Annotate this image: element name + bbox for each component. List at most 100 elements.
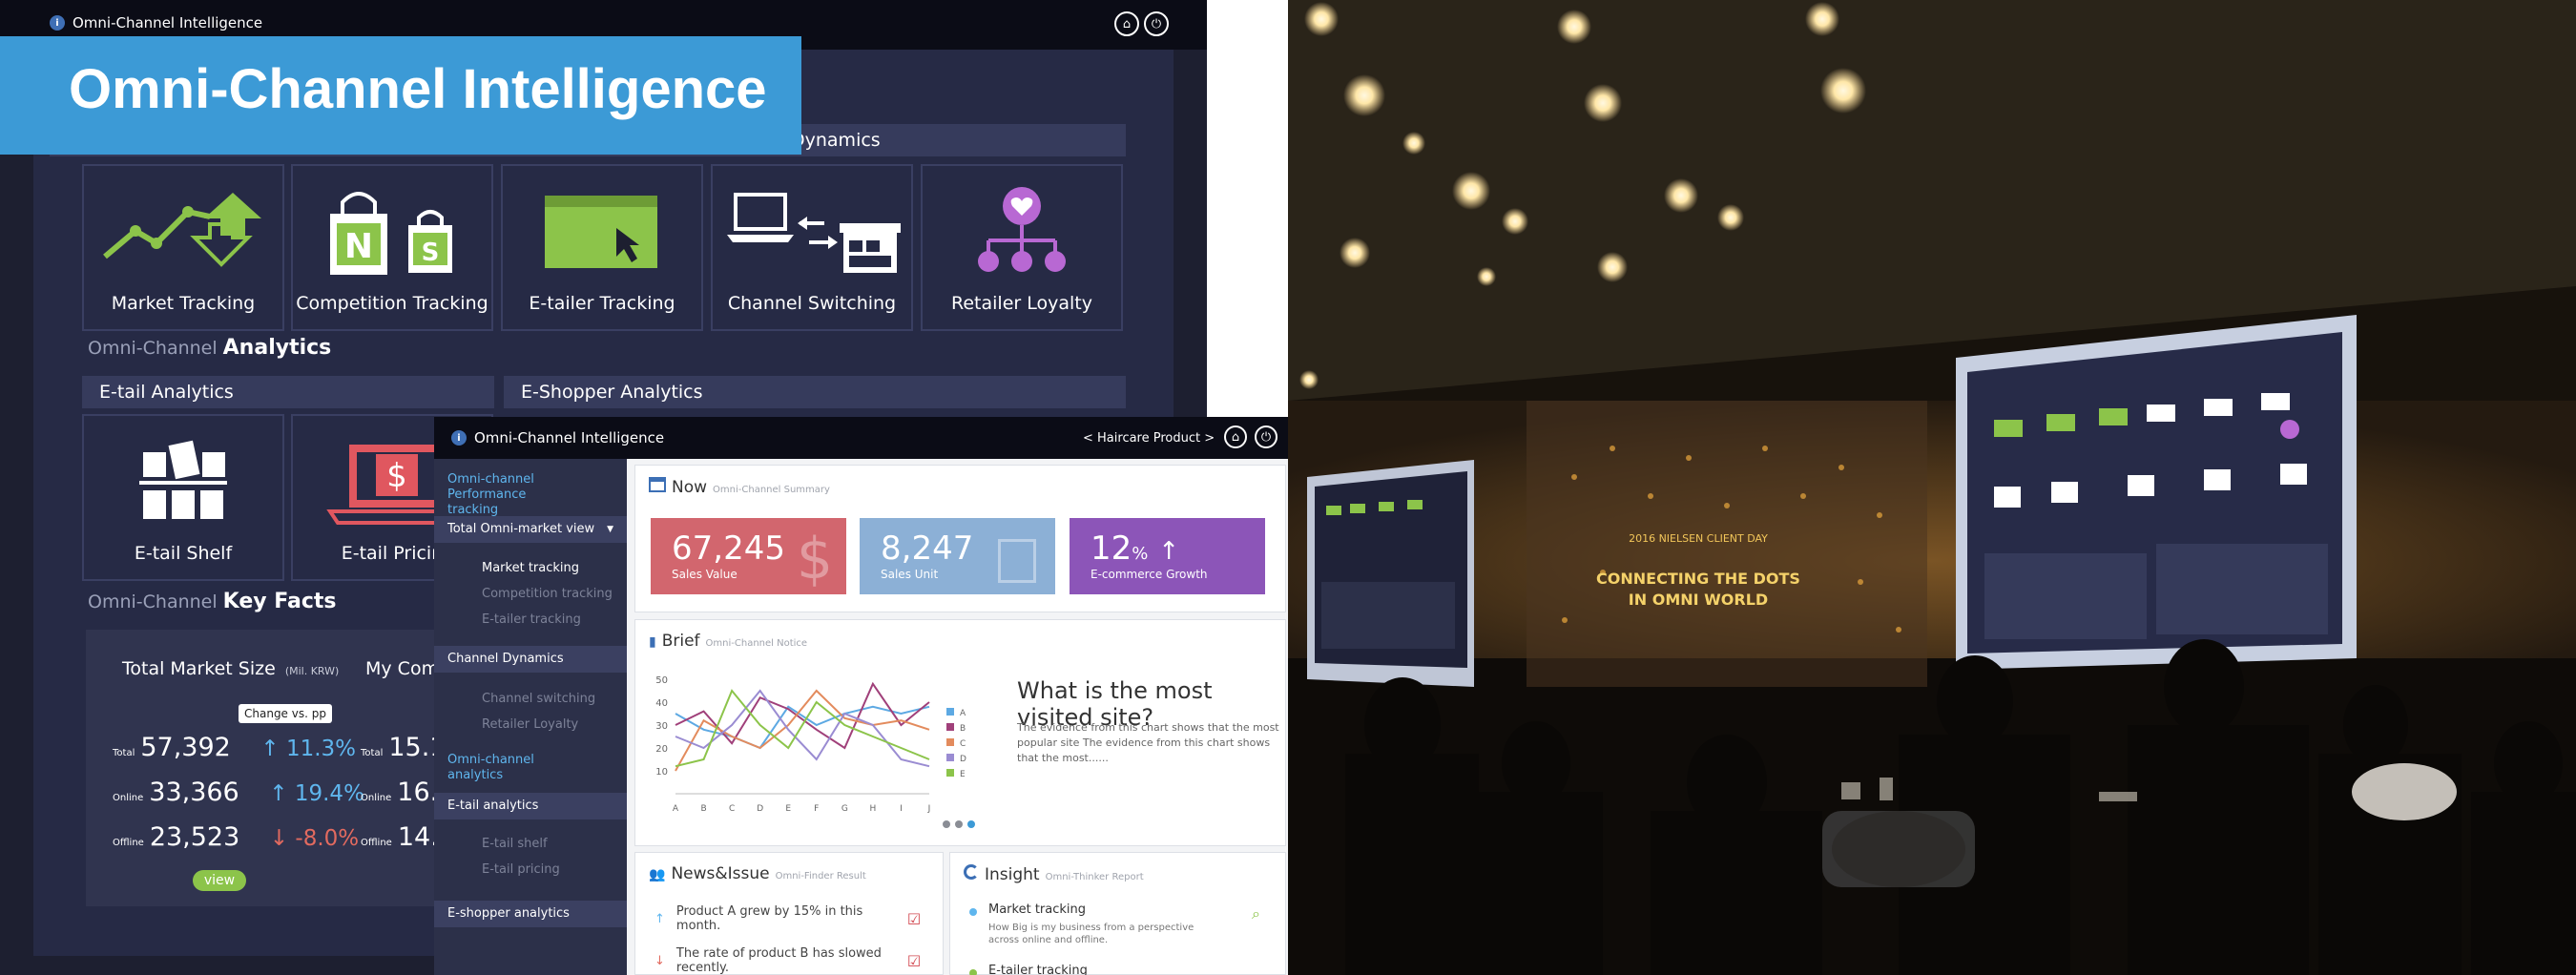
series-line-C <box>675 689 930 772</box>
brand-logo-icon: i <box>50 15 65 31</box>
legend-label: A <box>960 709 966 718</box>
kpi-sales-unit[interactable]: 8,247 Sales Unit <box>860 518 1055 594</box>
front-brand: i Omni-Channel Intelligence <box>451 429 664 446</box>
svg-text:N: N <box>344 227 373 266</box>
search-icon[interactable]: ⌕ <box>1252 904 1260 923</box>
sidebar-sub-etail-shelf[interactable]: E-tail shelf <box>434 837 627 851</box>
news-item[interactable]: ↑ Product A grew by 15% in this month. ☑ <box>654 904 921 933</box>
fact-row-label: Offline <box>113 838 144 848</box>
x-tick-label: G <box>841 804 848 814</box>
checkbox-icon[interactable]: ☑ <box>907 952 921 970</box>
product-selector[interactable]: < Haircare Product > <box>1083 431 1215 446</box>
card-etail-shelf[interactable]: E-tail Shelf <box>82 414 284 581</box>
card-etailer-tracking[interactable]: E-tailer Tracking <box>501 164 703 331</box>
card-label: Market Tracking <box>111 293 256 314</box>
insight-item-title[interactable]: E-tailer tracking <box>988 964 1088 975</box>
etail-analytics-bar: E-tail Analytics <box>82 376 494 408</box>
sidebar-sub-channel-switching[interactable]: Channel switching <box>434 692 627 706</box>
x-tick-label: D <box>757 804 763 814</box>
kpi-ecommerce-growth[interactable]: 12% ↑ E-commerce Growth <box>1070 518 1265 594</box>
fact-row-change-text: 19.4% <box>294 781 364 806</box>
fact-row-change-text: 11.3% <box>285 736 357 761</box>
y-tick-label: 50 <box>655 675 668 686</box>
carousel-dot[interactable] <box>943 820 950 828</box>
sidebar-item-total-omni-market-view[interactable]: Total Omni-market view ▼ <box>434 516 627 543</box>
home-icon[interactable]: ⌂ <box>1224 425 1247 448</box>
insight-item-title[interactable]: Market tracking <box>988 902 1086 917</box>
sidebar-sub-etailer-tracking[interactable]: E-tailer tracking <box>434 612 627 627</box>
sidebar-item-channel-dynamics[interactable]: Channel Dynamics <box>434 646 627 673</box>
card-retailer-loyalty[interactable]: Retailer Loyalty <box>921 164 1123 331</box>
brief-subtitle: Omni-Channel Notice <box>705 638 808 649</box>
bullet-icon <box>969 969 977 975</box>
shopping-bag-icon <box>998 539 1036 583</box>
carousel-dot[interactable] <box>955 820 963 828</box>
x-tick-label: J <box>927 804 931 814</box>
sidebar-item-performance-tracking[interactable]: Omni-channel Performance tracking <box>434 472 568 518</box>
shelf-icon <box>84 433 282 529</box>
legend-label: D <box>960 755 966 764</box>
carousel-dot[interactable] <box>967 820 975 828</box>
fact-row-offline: Offline 23,523 ↓ -8.0% <box>113 822 359 852</box>
legend-label: B <box>960 724 966 734</box>
legend-swatch <box>946 738 954 746</box>
svg-text:$: $ <box>386 457 407 495</box>
power-icon[interactable]: ⏻ <box>1255 425 1278 448</box>
card-competition-tracking[interactable]: N S Competition Tracking <box>291 164 493 331</box>
eshopper-analytics-bar: E-Shopper Analytics <box>504 376 1126 408</box>
dynamics-bar-label: Dynamics <box>791 130 881 151</box>
carousel-dots[interactable] <box>943 820 975 828</box>
title-banner: Omni-Channel Intelligence <box>0 36 801 155</box>
power-icon[interactable]: ⏻ <box>1144 11 1169 36</box>
fact-row-label: Total <box>113 748 135 758</box>
key-facts-title-text: Key Facts <box>222 590 337 613</box>
etail-analytics-label: E-tail Analytics <box>99 382 234 403</box>
sidebar-sub-competition-tracking[interactable]: Competition tracking <box>434 587 627 601</box>
x-tick-label: B <box>700 804 706 814</box>
change-tooltip: Change vs. pp <box>239 704 332 723</box>
y-tick-label: 40 <box>655 698 668 709</box>
key-facts-title-prefix: Omni-Channel <box>88 591 218 612</box>
insight-item-desc: How Big is my business from a perspectiv… <box>988 923 1195 945</box>
sidebar-sub-retailer-loyalty[interactable]: Retailer Loyalty <box>434 717 627 732</box>
sidebar-sub-market-tracking[interactable]: Market tracking <box>434 561 627 575</box>
view-button[interactable]: view <box>193 870 246 891</box>
key-facts-title: Omni-Channel Key Facts <box>88 590 336 613</box>
card-market-tracking[interactable]: Market Tracking <box>82 164 284 331</box>
now-title-text: Now <box>672 478 708 497</box>
legend-label: C <box>960 739 966 749</box>
kpi-sales-value[interactable]: 67,245 Sales Value $ <box>651 518 846 594</box>
x-tick-label: F <box>814 804 819 814</box>
total-market-unit: (Mil. KRW) <box>284 665 340 677</box>
card-label: E-tail Shelf <box>134 543 233 564</box>
card-label: E-tailer Tracking <box>529 293 675 314</box>
kpi-value: 67,245 <box>672 529 785 568</box>
composite-image: i Omni-Channel Intelligence ⌂ ⏻ Dynamics… <box>0 0 2576 975</box>
news-item[interactable]: ↓ The rate of product B has slowed recen… <box>654 946 921 975</box>
sidebar-item-omni-analytics[interactable]: Omni-channel analytics <box>434 753 539 783</box>
total-market-label: Total Market Size (Mil. KRW) <box>122 658 339 679</box>
laptop-store-switch-icon <box>713 183 911 279</box>
home-icon[interactable]: ⌂ <box>1114 11 1139 36</box>
sidebar-item-eshopper-analytics[interactable]: E-shopper analytics <box>434 901 627 927</box>
checkbox-icon[interactable]: ☑ <box>907 910 921 928</box>
fact-row-value: 57,392 <box>140 733 231 762</box>
kpi-value-suffix: % <box>1132 544 1149 564</box>
key-facts-box: Total Market Size (Mil. KRW) My Comp Cha… <box>86 630 487 906</box>
card-label: Competition Tracking <box>296 293 488 314</box>
bullet-icon <box>969 908 977 916</box>
kpi-value: 8,247 <box>881 529 974 568</box>
card-channel-switching[interactable]: Channel Switching <box>711 164 913 331</box>
arrow-up-icon: ↑ <box>654 911 665 926</box>
sidebar-item-etail-analytics[interactable]: E-tail analytics <box>434 793 627 819</box>
kpi-value: 12% ↑ <box>1091 529 1179 568</box>
x-tick-label: H <box>869 804 876 814</box>
kpi-caption: E-commerce Growth <box>1091 568 1208 581</box>
kpi-value-number: 12 <box>1091 529 1132 568</box>
sidebar-sub-etail-pricing[interactable]: E-tail pricing <box>434 862 627 877</box>
insight-subtitle: Omni-Thinker Report <box>1045 872 1144 882</box>
front-sidebar: Omni-channel Performance tracking Total … <box>434 459 627 975</box>
y-tick-label: 10 <box>655 767 668 778</box>
arrow-down-icon: ↓ <box>654 953 665 968</box>
news-item-text: Product A grew by 15% in this month. <box>675 904 863 933</box>
